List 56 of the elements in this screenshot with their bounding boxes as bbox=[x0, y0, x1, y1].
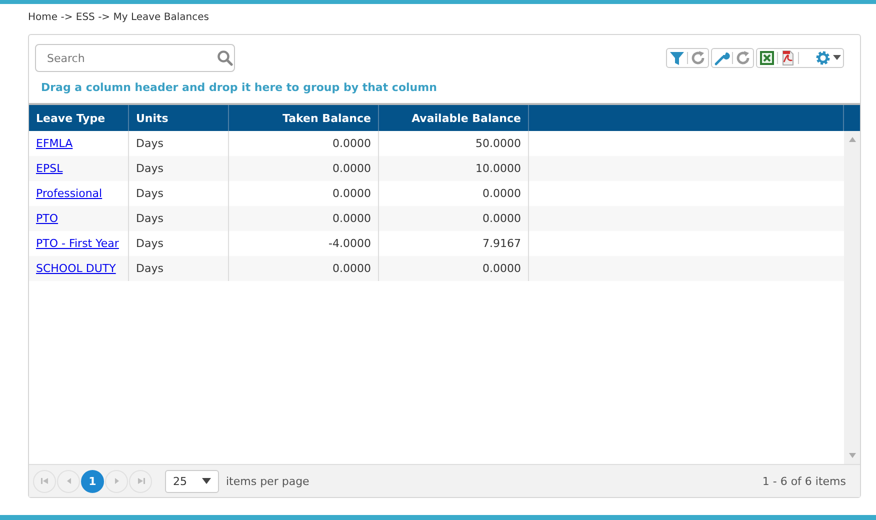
table-cell: Days bbox=[136, 137, 164, 150]
vertical-scrollbar[interactable] bbox=[844, 131, 860, 464]
gear-icon[interactable] bbox=[815, 50, 831, 66]
table-cell: 0.0000 bbox=[332, 162, 371, 175]
scroll-up-icon[interactable] bbox=[848, 137, 856, 142]
table-cell: -4.0000 bbox=[328, 237, 371, 250]
column-header[interactable]: Available Balance bbox=[379, 105, 529, 131]
next-page-icon[interactable] bbox=[112, 477, 120, 485]
spreadsheet-icon[interactable] bbox=[759, 50, 775, 66]
page-size-dropdown[interactable]: 25 bbox=[165, 470, 219, 492]
table-cell: 0.0000 bbox=[332, 262, 371, 275]
breadcrumb: Home -> ESS -> My Leave Balances bbox=[27, 11, 210, 25]
table-cell: 0.0000 bbox=[332, 212, 371, 225]
leave-type-link[interactable]: EPSL bbox=[36, 162, 63, 175]
previous-page-icon[interactable] bbox=[64, 477, 72, 485]
first-page-button[interactable] bbox=[33, 470, 56, 492]
refresh-icon[interactable] bbox=[735, 50, 751, 66]
table-cell: Days bbox=[136, 262, 164, 275]
leave-type-link[interactable]: EFMLA bbox=[36, 137, 73, 150]
leave-type-link[interactable]: SCHOOL DUTY bbox=[36, 262, 116, 275]
table-cell: Days bbox=[136, 212, 164, 225]
previous-page-button[interactable] bbox=[57, 470, 80, 492]
last-page-button[interactable] bbox=[129, 470, 152, 492]
next-page-button[interactable] bbox=[105, 470, 128, 492]
column-header[interactable]: Leave Type bbox=[29, 105, 129, 131]
table-cell: 0.0000 bbox=[482, 212, 521, 225]
table-cell: 0.0000 bbox=[482, 187, 521, 200]
caret-icon[interactable] bbox=[202, 478, 211, 484]
refresh-icon[interactable] bbox=[690, 50, 706, 66]
items-per-page-label: items per page bbox=[226, 474, 310, 488]
column-header[interactable]: Units bbox=[129, 105, 229, 131]
first-page-icon[interactable] bbox=[40, 477, 48, 485]
table-cell: 0.0000 bbox=[482, 262, 521, 275]
scroll-down-icon[interactable] bbox=[848, 453, 856, 458]
table-cell: Days bbox=[136, 237, 164, 250]
group-by-hint: Drag a column header and drop it here to group by that column bbox=[40, 80, 438, 96]
table-cell: 7.9167 bbox=[482, 237, 521, 250]
leave-type-link[interactable]: PTO bbox=[36, 212, 58, 225]
wrench-icon[interactable] bbox=[714, 50, 730, 66]
document-icon[interactable] bbox=[780, 50, 796, 66]
search-icon[interactable] bbox=[217, 50, 233, 66]
pager-summary: 1 - 6 of 6 items bbox=[762, 474, 847, 488]
table-cell: 0.0000 bbox=[332, 137, 371, 150]
last-page-icon[interactable] bbox=[136, 477, 144, 485]
table-cell: 50.0000 bbox=[476, 137, 521, 150]
leave-type-link[interactable]: PTO - First Year bbox=[36, 237, 119, 250]
leave-type-link[interactable]: Professional bbox=[36, 187, 102, 200]
table-cell: Days bbox=[136, 162, 164, 175]
table-cell: 10.0000 bbox=[476, 162, 521, 175]
table-cell: 0.0000 bbox=[332, 187, 371, 200]
caret-icon[interactable] bbox=[833, 55, 841, 61]
column-header[interactable]: Taken Balance bbox=[229, 105, 379, 131]
search-field[interactable]: Search bbox=[35, 44, 235, 72]
page-button[interactable]: 1 bbox=[81, 470, 104, 492]
table-cell: Days bbox=[136, 187, 164, 200]
filter-icon[interactable] bbox=[669, 50, 685, 66]
